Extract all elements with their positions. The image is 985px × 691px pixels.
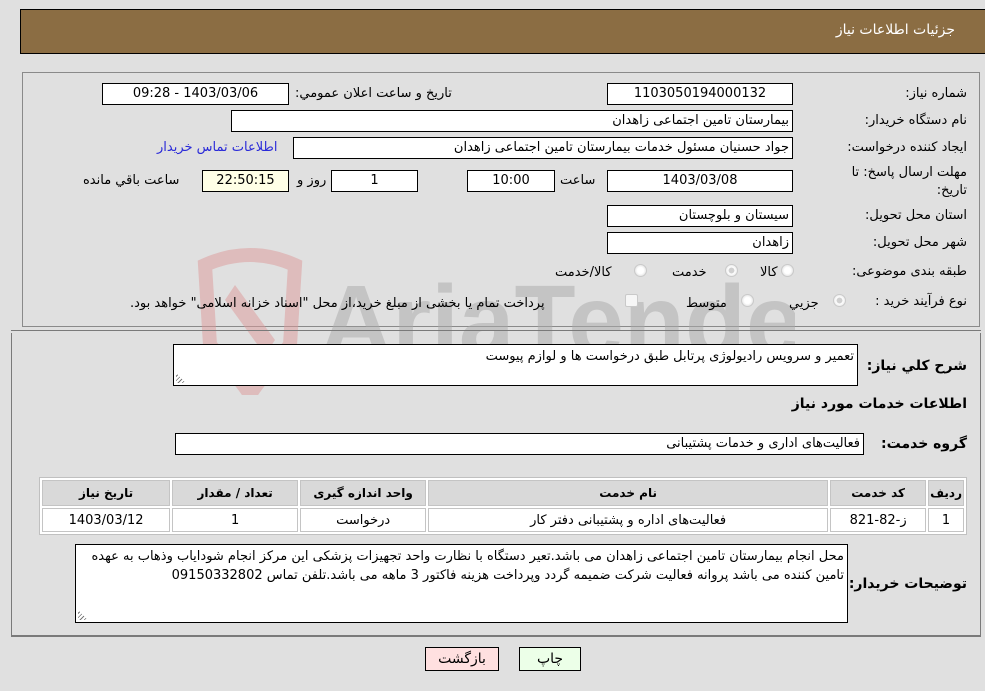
treasury-note: پرداخت تمام یا بخشی از مبلغ خرید،از محل …	[130, 296, 545, 311]
province-label: استان محل تحویل:	[865, 208, 967, 223]
purchase-radio-medium[interactable]	[741, 294, 754, 307]
cell-quantity: 1	[172, 508, 299, 532]
cell-need-date: 1403/03/12	[42, 508, 171, 532]
category-option-goods-service: کالا/خدمت	[555, 265, 612, 280]
divider	[11, 330, 981, 331]
cell-service-code: ز-82-821	[830, 508, 927, 532]
need-number-label: شماره نیاز:	[905, 86, 967, 101]
category-radio-goods[interactable]	[781, 264, 794, 277]
page-title: جزئیات اطلاعات نیاز	[835, 22, 955, 38]
services-table: ردیف کد خدمت نام خدمت واحد اندازه گیری ت…	[39, 477, 967, 535]
buyer-contact-link[interactable]: اطلاعات تماس خریدار	[157, 140, 277, 155]
city-field: زاهدان	[607, 232, 793, 254]
summary-text: تعمیر و سرویس رادیولوژی پرتابل طبق درخوا…	[485, 349, 854, 364]
category-radio-service[interactable]	[725, 264, 738, 277]
buyer-notes-text: محل انجام بیمارستان تامین اجتماعی زاهدان…	[91, 549, 844, 583]
category-option-service: خدمت	[672, 265, 707, 280]
province-field: سیستان و بلوچستان	[607, 205, 793, 227]
purchase-option-minor: جزيي	[789, 296, 819, 311]
service-group-label: گروه خدمت:	[881, 436, 967, 452]
deadline-label: مهلت ارسال پاسخ: تا تاریخ:	[851, 165, 967, 198]
remaining-days-field: 1	[331, 170, 418, 192]
remaining-time-field: 22:50:15	[202, 170, 289, 192]
service-group-field: فعالیت‌های اداری و خدمات پشتیبانی	[175, 433, 864, 455]
resize-grip-icon[interactable]	[176, 373, 186, 383]
purchase-type-label: نوع فرآیند خرید :	[875, 294, 967, 309]
deadline-date-field: 1403/03/08	[607, 170, 793, 192]
requester-field: جواد حسنیان مسئول خدمات بیمارستان تامین …	[293, 137, 793, 159]
col-header-quantity: تعداد / مقدار	[172, 480, 299, 506]
summary-textarea[interactable]: تعمیر و سرویس رادیولوژی پرتابل طبق درخوا…	[173, 344, 858, 386]
category-label: طبقه بندی موضوعی:	[851, 264, 967, 279]
category-radio-goods-service[interactable]	[634, 264, 647, 277]
print-button[interactable]: چاپ	[519, 647, 581, 671]
announce-datetime-field: 1403/03/06 - 09:28	[102, 83, 289, 105]
cell-service-name: فعالیت‌های اداره و پشتیبانی دفتر کار	[428, 508, 829, 532]
summary-label: شرح کلي نياز:	[866, 358, 967, 374]
need-number-field: 1103050194000132	[607, 83, 793, 105]
cell-row-number: 1	[928, 508, 964, 532]
page-header: جزئیات اطلاعات نیاز	[20, 9, 985, 54]
cell-unit: درخواست	[300, 508, 427, 532]
treasury-checkbox[interactable]	[625, 294, 638, 307]
purchase-radio-minor[interactable]	[833, 294, 846, 307]
back-button[interactable]: بازگشت	[425, 647, 499, 671]
remaining-time-label: ساعت باقي مانده	[83, 173, 180, 188]
buyer-org-label: نام دستگاه خریدار:	[864, 113, 967, 128]
category-option-goods: کالا	[760, 265, 778, 280]
table-row: 1 ز-82-821 فعالیت‌های اداره و پشتیبانی د…	[42, 508, 964, 532]
buyer-notes-label: توضیحات خریدار:	[848, 576, 967, 592]
days-label: روز و	[297, 173, 327, 188]
deadline-time-label: ساعت	[560, 173, 596, 188]
col-header-service-code: کد خدمت	[830, 480, 927, 506]
announce-datetime-label: تاریخ و ساعت اعلان عمومي:	[295, 86, 452, 101]
buyer-notes-textarea[interactable]: محل انجام بیمارستان تامین اجتماعی زاهدان…	[75, 544, 848, 623]
resize-grip-icon[interactable]	[78, 610, 88, 620]
services-section-title: اطلاعات خدمات مورد نیاز	[791, 396, 967, 412]
col-header-row-number: ردیف	[928, 480, 964, 506]
table-header-row: ردیف کد خدمت نام خدمت واحد اندازه گیری ت…	[42, 480, 964, 506]
col-header-unit: واحد اندازه گیری	[300, 480, 427, 506]
buyer-org-field: بیمارستان تامین اجتماعی زاهدان	[231, 110, 793, 132]
requester-label: ایجاد کننده درخواست:	[847, 140, 967, 155]
purchase-option-medium: متوسط	[686, 296, 727, 311]
col-header-service-name: نام خدمت	[428, 480, 829, 506]
deadline-time-field: 10:00	[467, 170, 555, 192]
col-header-need-date: تاریخ نیاز	[42, 480, 171, 506]
city-label: شهر محل تحویل:	[872, 235, 967, 250]
